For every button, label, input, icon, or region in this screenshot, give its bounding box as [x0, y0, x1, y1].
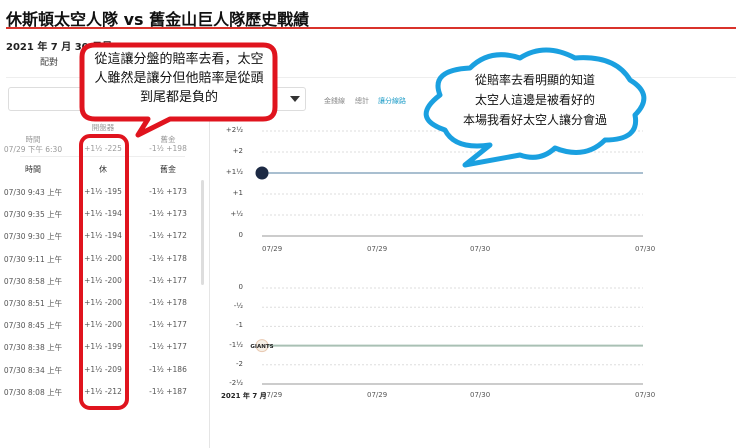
- red-highlight-box: [79, 134, 129, 410]
- blue-cloud-line: 太空人這邊是被看好的: [474, 93, 595, 107]
- blue-cloud-text: 從賠率去看明顯的知道 太空人這邊是被看好的 本場我看好太空人讓分會過: [440, 70, 630, 130]
- red-callout-line: 到尾都是負的: [139, 90, 218, 105]
- blue-cloud-line: 從賠率去看明顯的知道: [474, 73, 595, 87]
- red-callout-line: 人雖然是讓分但他賠率是從頭: [94, 71, 264, 86]
- blue-cloud-line: 本場我看好太空人讓分會過: [462, 113, 607, 127]
- red-callout-line: 從這讓分盤的賠率去看，太空: [94, 52, 264, 67]
- red-callout-text: 從這讓分盤的賠率去看，太空 人雖然是讓分但他賠率是從頭 到尾都是負的: [85, 50, 273, 107]
